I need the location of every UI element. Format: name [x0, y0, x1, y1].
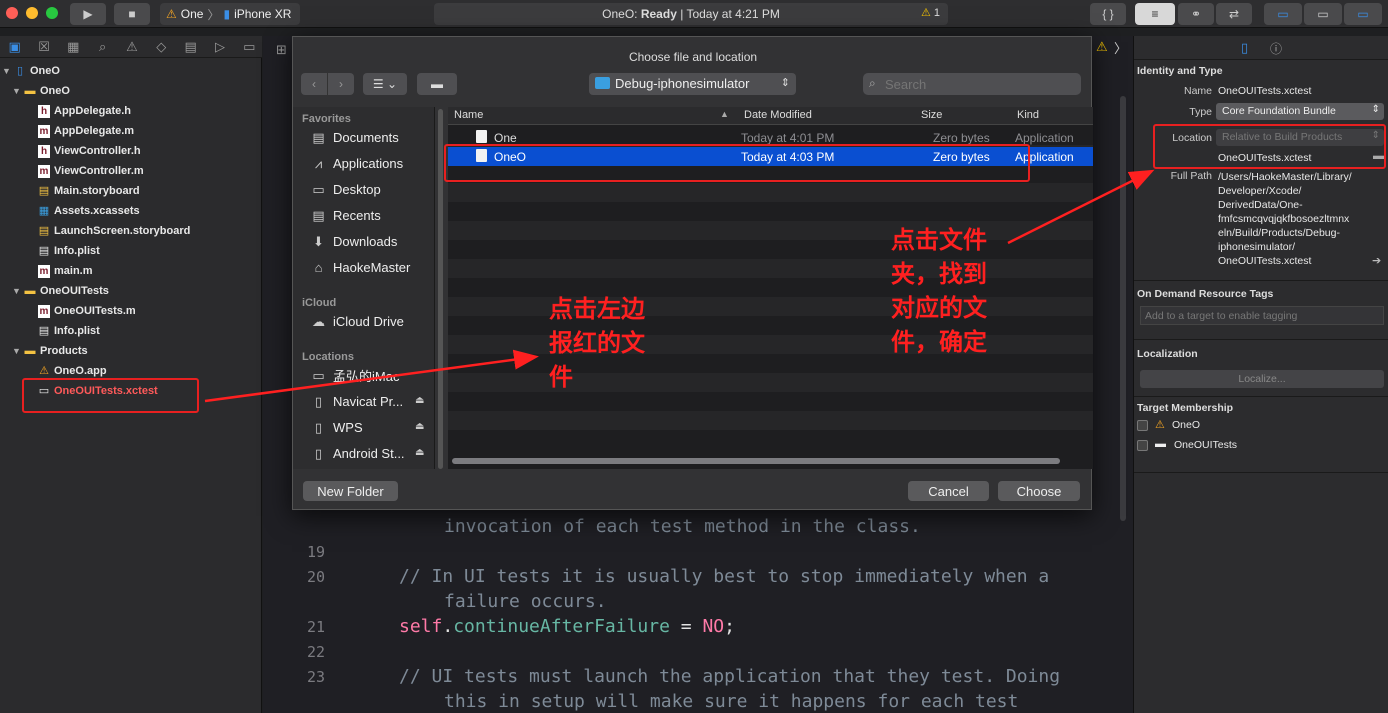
annotation-arrows	[204, 169, 1155, 403]
annotation-line: 报红的文	[549, 329, 645, 357]
right-annotation-text: 点击文件夹，找到对应的文件，确定	[891, 223, 987, 359]
annotation-line: 件，确定	[891, 328, 987, 356]
annotation-line: 点击左边	[549, 295, 645, 323]
annotation-line: 夹，找到	[891, 260, 987, 288]
arrow-to-left-note	[204, 349, 539, 403]
left-annotation-text: 点击左边 报红的文件	[549, 292, 645, 394]
annotation-line: 件	[549, 363, 573, 391]
annotation-line: 点击文件	[891, 226, 987, 254]
arrow-to-location	[1007, 169, 1155, 245]
annotation-line: 对应的文	[891, 294, 987, 322]
